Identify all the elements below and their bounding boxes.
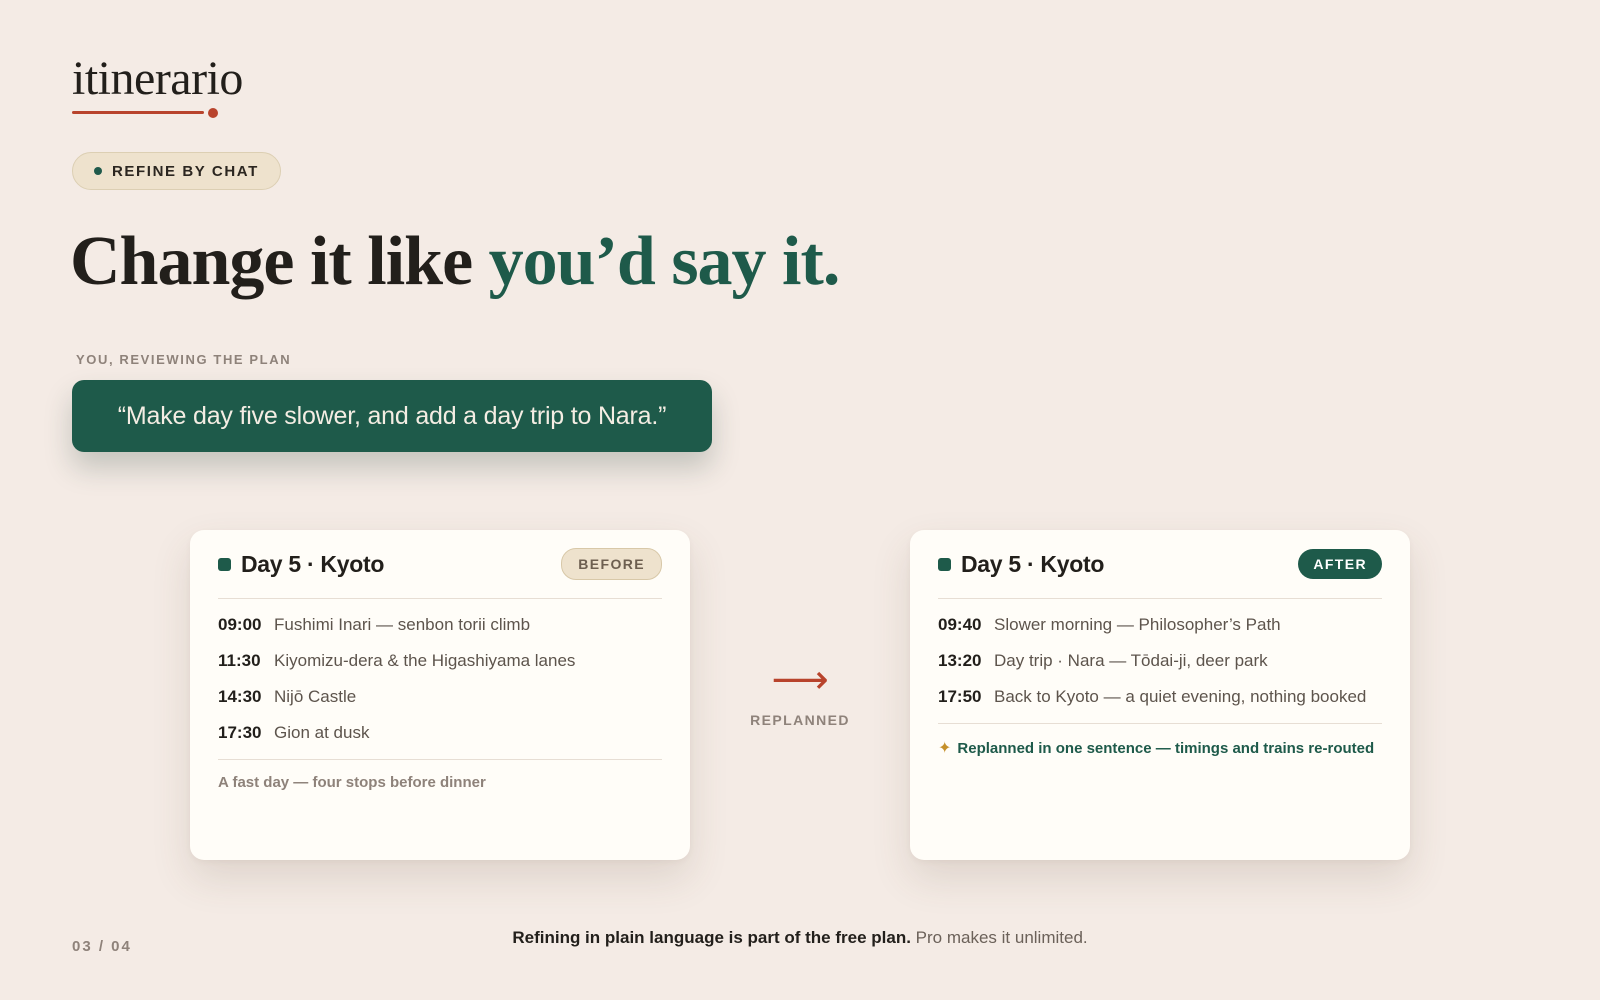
row-activity: Slower morning — Philosopher’s Path	[994, 615, 1281, 634]
after-card-footer: ✦ Replanned in one sentence — timings an…	[938, 724, 1382, 758]
pricing-note-rest: Pro makes it unlimited.	[910, 928, 1088, 947]
before-badge: BEFORE	[561, 548, 662, 580]
row-time: 09:00	[218, 615, 262, 634]
headline-accent: you’d say it.	[488, 223, 841, 300]
after-card-header: Day 5 · Kyoto AFTER	[938, 530, 1382, 599]
logo-underline	[72, 111, 204, 114]
pill-label: REFINE BY CHAT	[112, 162, 259, 180]
arrow-right-icon: ⟶	[771, 657, 829, 703]
pill-dot-icon	[94, 167, 102, 175]
row-activity: Gion at dusk	[274, 723, 370, 742]
after-card-footer-text: Replanned in one sentence — timings and …	[957, 739, 1375, 757]
row-time: 11:30	[218, 651, 261, 670]
after-badge: AFTER	[1298, 549, 1382, 579]
before-itinerary-list: 09:00 Fushimi Inari — senbon torii climb…	[218, 599, 662, 760]
row-activity: Back to Kyoto — a quiet evening, nothing…	[994, 687, 1367, 706]
row-time: 14:30	[218, 687, 262, 706]
row-time: 09:40	[938, 615, 982, 634]
pricing-note: Refining in plain language is part of th…	[0, 928, 1600, 948]
card-marker-icon	[938, 557, 951, 571]
logo-dot	[208, 108, 218, 118]
headline-part-1: Change it like	[70, 223, 489, 300]
itinerary-row: 09:00 Fushimi Inari — senbon torii climb	[218, 607, 662, 643]
itinerary-row: 17:50 Back to Kyoto — a quiet evening, n…	[938, 679, 1382, 715]
after-card: Day 5 · Kyoto AFTER 09:40 Slower morning…	[910, 530, 1410, 860]
itinerary-row: 13:20 Day trip · Nara — Tōdai-ji, deer p…	[938, 643, 1382, 679]
brand-logo: itinerario	[72, 50, 292, 120]
itinerary-row: 11:30 Kiyomizu-dera & the Higashiyama la…	[218, 643, 662, 679]
chat-message-text: “Make day five slower, and add a day tri…	[117, 401, 667, 430]
before-card-title: Day 5 · Kyoto	[241, 550, 385, 577]
chat-caption: YOU, REVIEWING THE PLAN	[76, 352, 292, 367]
before-card: Day 5 · Kyoto BEFORE 09:00 Fushimi Inari…	[190, 530, 690, 860]
pricing-note-strong: Refining in plain language is part of th…	[512, 928, 911, 947]
headline: Change it like you’d say it.	[70, 218, 841, 306]
replanned-label: REPLANNED	[750, 712, 850, 728]
after-card-title: Day 5 · Kyoto	[961, 550, 1105, 577]
after-card-title-wrap: Day 5 · Kyoto	[938, 551, 1104, 578]
itinerary-row: 17:30 Gion at dusk	[218, 715, 662, 751]
row-activity: Nijō Castle	[274, 687, 357, 706]
before-card-title-wrap: Day 5 · Kyoto	[218, 551, 384, 578]
replanned-transition: ⟶ REPLANNED	[740, 660, 860, 728]
itinerary-row: 09:40 Slower morning — Philosopher’s Pat…	[938, 607, 1382, 643]
chat-message-bubble: “Make day five slower, and add a day tri…	[72, 380, 712, 452]
brand-name: itinerario	[72, 52, 243, 105]
sparkle-icon: ✦	[938, 740, 952, 757]
itinerary-row: 14:30 Nijō Castle	[218, 679, 662, 715]
row-activity: Kiyomizu-dera & the Higashiyama lanes	[274, 651, 576, 670]
before-card-header: Day 5 · Kyoto BEFORE	[218, 530, 662, 599]
before-card-footer: A fast day — four stops before dinner	[218, 774, 486, 791]
row-time: 13:20	[938, 651, 982, 670]
row-activity: Day trip · Nara — Tōdai-ji, deer park	[994, 651, 1268, 670]
feature-pill: REFINE BY CHAT	[72, 152, 281, 190]
after-itinerary-list: 09:40 Slower morning — Philosopher’s Pat…	[938, 599, 1382, 724]
row-activity: Fushimi Inari — senbon torii climb	[274, 615, 531, 634]
card-marker-icon	[218, 557, 231, 571]
row-time: 17:30	[218, 723, 262, 742]
row-time: 17:50	[938, 687, 982, 706]
